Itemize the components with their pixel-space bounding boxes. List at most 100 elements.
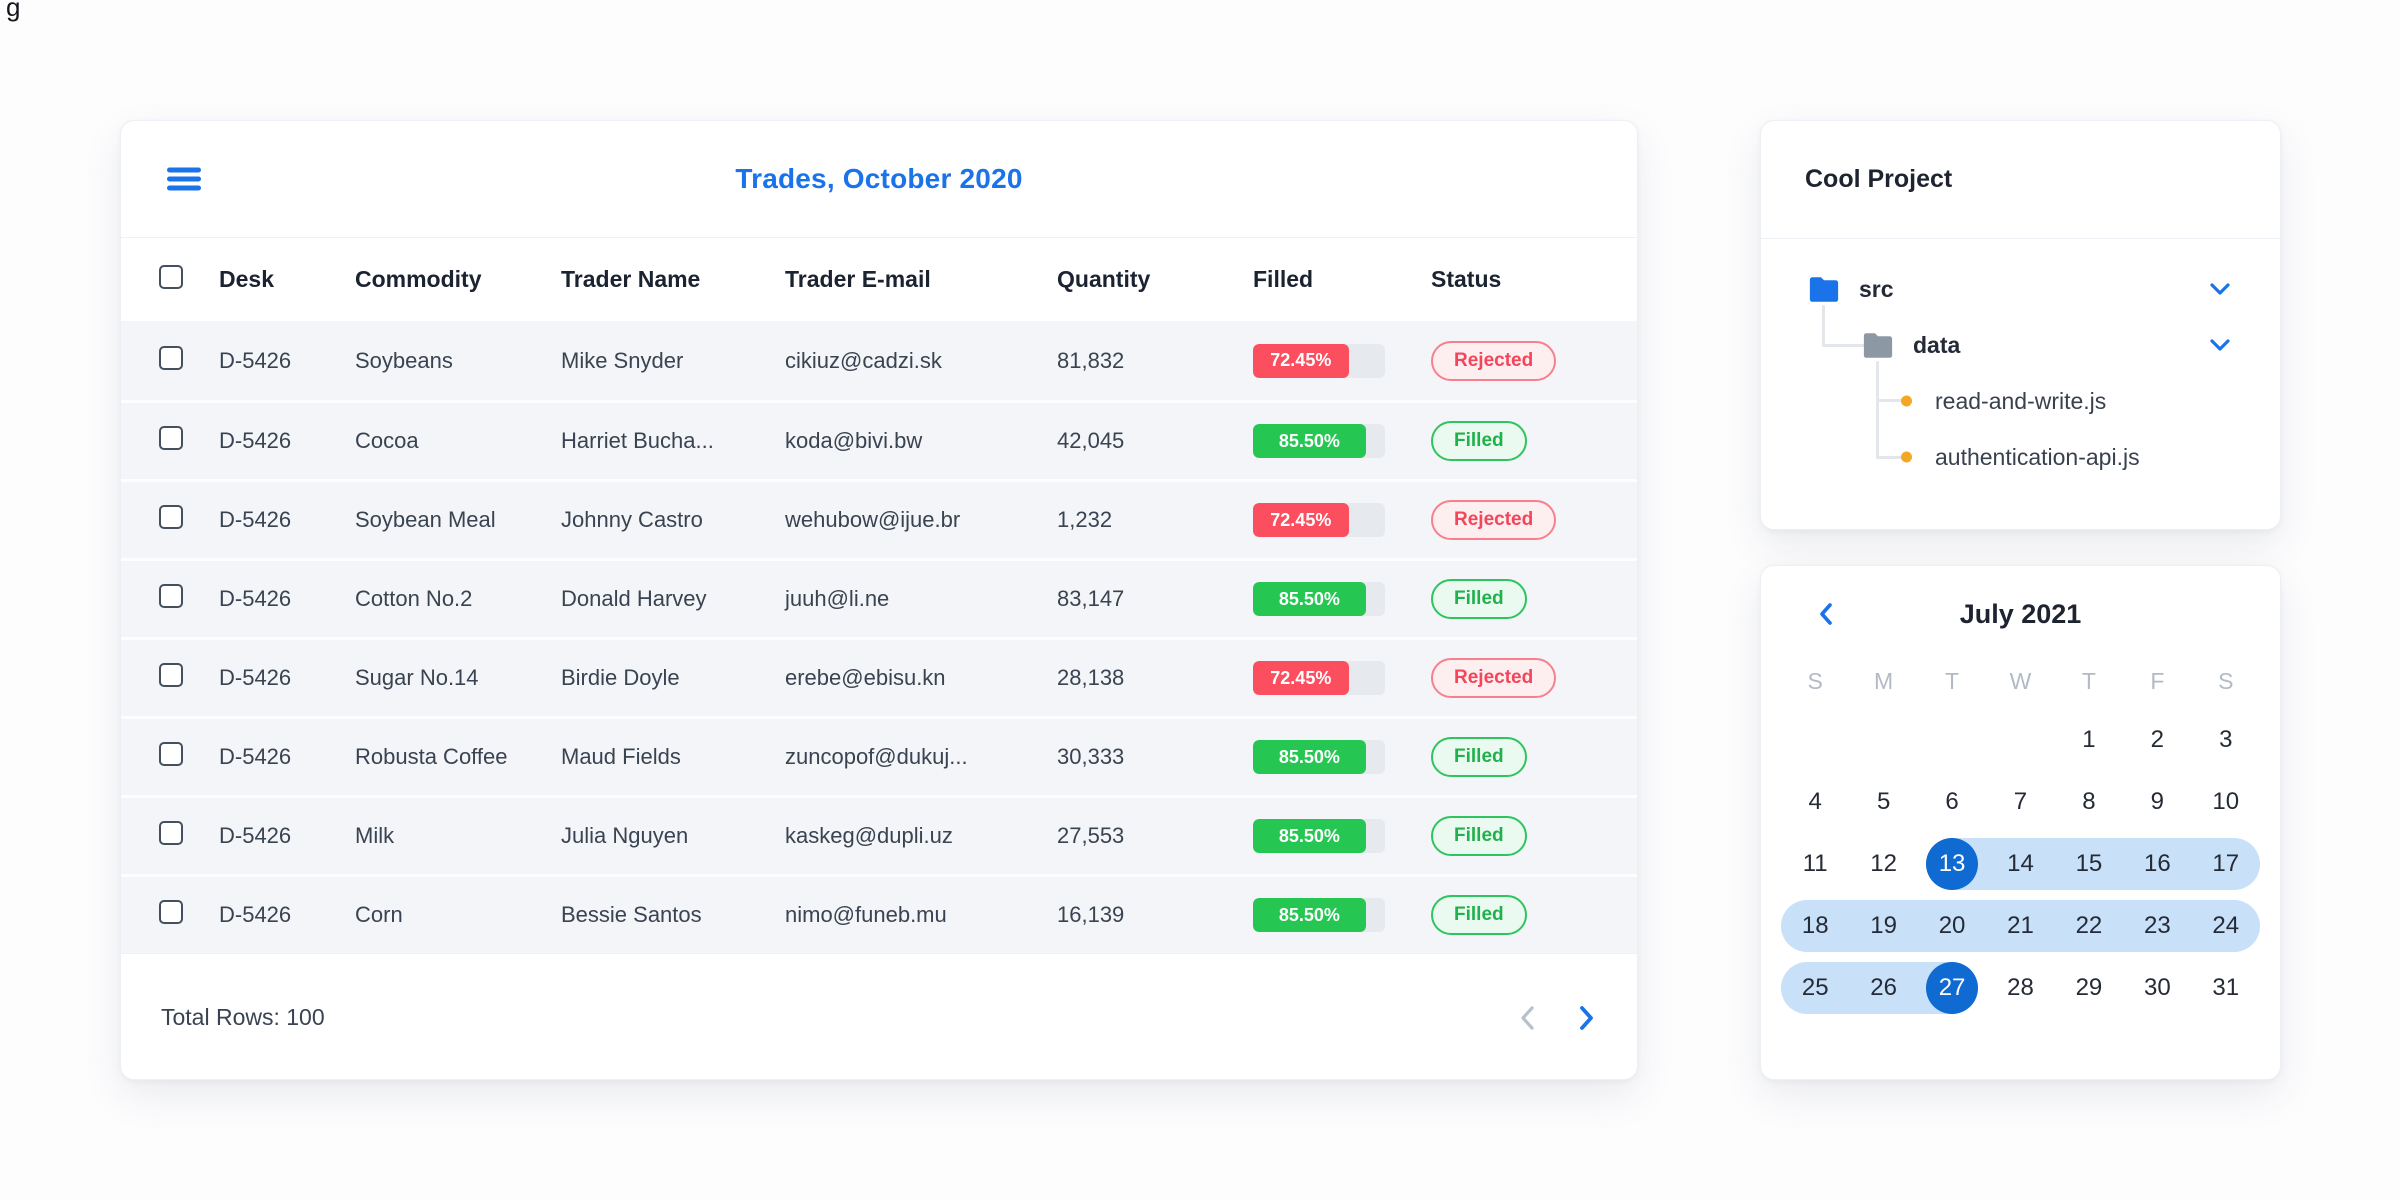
tree-item-src[interactable]: src [1809, 261, 2232, 317]
filled-progress-bar: 72.45% [1253, 503, 1385, 537]
cell-trader-name: Johnny Castro [561, 507, 703, 532]
calendar-day[interactable]: 19 [1858, 900, 1910, 952]
tree-item-file[interactable]: authentication-api.js [1809, 429, 2232, 485]
pagination [1519, 1005, 1595, 1031]
calendar-week: 1 2 3 [1781, 709, 2260, 771]
calendar-day[interactable]: 22 [2063, 900, 2115, 952]
calendar-day[interactable]: 4 [1789, 776, 1841, 828]
calendar-day [1858, 714, 1910, 766]
calendar-month-label: July 2021 [1959, 598, 2082, 629]
filled-percent-label: 85.50% [1278, 588, 1340, 609]
cell-commodity: Sugar No.14 [355, 665, 479, 690]
stray-glyph: g [6, 0, 21, 22]
calendar-day[interactable]: 27 [1926, 962, 1979, 1014]
calendar-day[interactable]: 24 [2200, 900, 2252, 952]
cell-trader-name: Mike Snyder [561, 347, 684, 373]
previous-page-icon[interactable] [1519, 1005, 1535, 1031]
calendar-day[interactable]: 15 [2063, 838, 2115, 890]
calendar-day [1994, 714, 2046, 766]
row-checkbox[interactable] [159, 900, 183, 924]
cell-commodity: Soybean Meal [355, 507, 496, 532]
calendar-day[interactable]: 29 [2063, 962, 2115, 1014]
cell-commodity: Cotton No.2 [355, 586, 473, 611]
select-all-checkbox[interactable] [159, 264, 183, 289]
filled-percent-label: 72.45% [1270, 509, 1332, 530]
weekday-label: S [2218, 668, 2234, 694]
calendar-day[interactable]: 1 [2063, 714, 2115, 766]
calendar-day[interactable]: 20 [1926, 900, 1978, 952]
cell-trader-email: wehubow@ijue.br [785, 507, 961, 532]
calendar-day[interactable]: 13 [1926, 838, 1979, 890]
calendar-day[interactable]: 2 [2131, 714, 2183, 766]
calendar-day[interactable]: 26 [1858, 962, 1910, 1014]
file-dot-icon [1901, 395, 1912, 407]
calendar-day[interactable]: 3 [2200, 714, 2252, 766]
calendar-day[interactable]: 28 [1994, 962, 2046, 1014]
calendar-day[interactable]: 11 [1789, 838, 1841, 890]
cell-desk: D-5426 [219, 823, 292, 848]
weekday-label: T [2081, 668, 2096, 694]
row-checkbox[interactable] [159, 345, 183, 370]
row-checkbox[interactable] [159, 505, 183, 529]
calendar-day[interactable]: 30 [2131, 962, 2183, 1014]
table-row: D-5426 Soybean Meal Johnny Castro wehubo… [121, 479, 1637, 558]
folder-icon [1809, 276, 1839, 302]
row-checkbox[interactable] [159, 426, 183, 450]
calendar-day[interactable]: 6 [1926, 776, 1978, 828]
calendar-day[interactable]: 17 [2200, 838, 2252, 890]
row-checkbox[interactable] [159, 584, 183, 608]
calendar-day[interactable]: 16 [2131, 838, 2183, 890]
column-header-filled: Filled [1253, 266, 1314, 292]
project-card-header: Cool Project [1761, 121, 2280, 239]
cell-desk: D-5426 [219, 347, 292, 373]
cell-commodity: Cocoa [355, 428, 419, 453]
calendar-week: 11 12 13 14 15 16 17 [1781, 833, 2260, 895]
project-title: Cool Project [1805, 165, 1953, 193]
calendar-day[interactable]: 10 [2200, 776, 2252, 828]
tree-item-data[interactable]: data [1809, 317, 2232, 373]
row-checkbox[interactable] [159, 663, 183, 687]
filled-percent-label: 72.45% [1270, 667, 1332, 688]
calendar-card: July 2021 S M T W T F S 1 2 3 4 5 6 7 8 … [1760, 565, 2281, 1080]
cell-desk: D-5426 [219, 586, 292, 611]
tree-item-label: data [1913, 331, 1961, 358]
previous-month-icon[interactable] [1819, 603, 1833, 625]
cell-desk: D-5426 [219, 428, 292, 453]
status-badge: Rejected [1431, 500, 1557, 540]
calendar-day[interactable]: 5 [1858, 776, 1910, 828]
table-row: D-5426 Milk Julia Nguyen kaskeg@dupli.uz… [121, 795, 1637, 874]
chevron-down-icon[interactable] [2210, 339, 2230, 351]
calendar-week: 18 19 20 21 22 23 24 [1781, 895, 2260, 957]
cell-trader-name: Harriet Bucha... [561, 428, 714, 453]
calendar-day [1926, 714, 1978, 766]
calendar-day[interactable]: 9 [2131, 776, 2183, 828]
folder-icon [1863, 332, 1893, 358]
trades-card: Trades, October 2020 Desk Commodity Trad… [120, 120, 1638, 1080]
filled-percent-label: 85.50% [1278, 904, 1340, 925]
calendar-day[interactable]: 25 [1789, 962, 1841, 1014]
status-badge: Filled [1431, 816, 1527, 856]
calendar-day[interactable]: 23 [2131, 900, 2183, 952]
row-checkbox[interactable] [159, 742, 183, 766]
calendar-day[interactable]: 12 [1858, 838, 1910, 890]
column-header-desk: Desk [219, 266, 274, 292]
filled-percent-label: 85.50% [1278, 430, 1340, 451]
calendar-day[interactable]: 7 [1994, 776, 2046, 828]
file-dot-icon [1901, 451, 1912, 463]
status-badge: Rejected [1431, 340, 1557, 381]
status-badge: Filled [1431, 579, 1527, 619]
calendar-day[interactable]: 8 [2063, 776, 2115, 828]
next-page-icon[interactable] [1579, 1005, 1595, 1031]
hamburger-menu-icon[interactable] [167, 164, 201, 195]
filled-progress-bar: 72.45% [1253, 661, 1385, 695]
tree-item-file[interactable]: read-and-write.js [1809, 373, 2232, 429]
calendar-day[interactable]: 31 [2200, 962, 2252, 1014]
cell-trader-email: juuh@li.ne [785, 586, 890, 611]
row-checkbox[interactable] [159, 821, 183, 845]
chevron-down-icon[interactable] [2210, 283, 2230, 295]
tree-item-label: read-and-write.js [1935, 387, 2107, 414]
cell-trader-name: Donald Harvey [561, 586, 707, 611]
trades-title: Trades, October 2020 [735, 163, 1023, 194]
calendar-day[interactable]: 18 [1789, 900, 1841, 952]
table-row: D-5426 Soybeans Mike Snyder cikiuz@cadzi… [121, 321, 1637, 400]
